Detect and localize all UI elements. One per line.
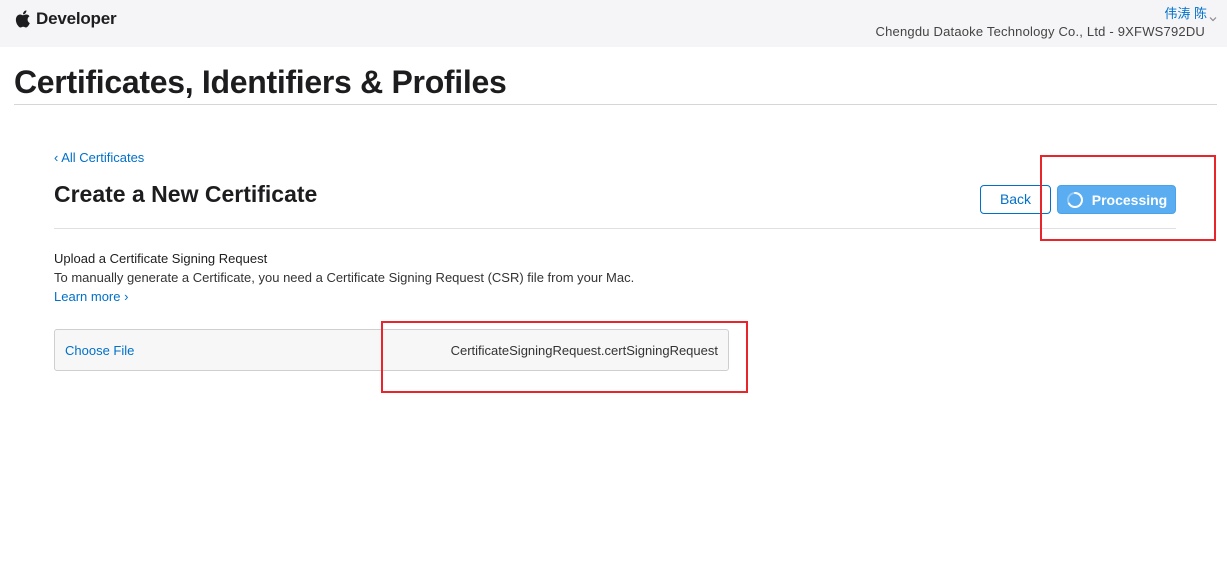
chevron-down-icon: [1209, 10, 1217, 21]
team-name: Chengdu Dataoke Technology Co., Ltd - 9X…: [875, 24, 1205, 39]
upload-description: To manually generate a Certificate, you …: [54, 270, 635, 285]
user-menu[interactable]: 伟涛 陈: [1164, 3, 1217, 22]
highlight-file-name: [381, 321, 748, 393]
section-divider: [54, 228, 1176, 229]
learn-more-link[interactable]: Learn more ›: [54, 289, 128, 304]
section-title: Create a New Certificate: [54, 181, 318, 207]
upload-heading: Upload a Certificate Signing Request: [54, 251, 268, 266]
brand-label: Developer: [36, 9, 117, 28]
developer-brand[interactable]: Developer: [14, 9, 117, 29]
choose-file-button[interactable]: Choose File: [65, 343, 134, 358]
all-certificates-link[interactable]: ‹ All Certificates: [54, 150, 144, 165]
page-title: Certificates, Identifiers & Profiles: [14, 64, 507, 100]
top-bar: Developer 伟涛 陈 Chengdu Dataoke Technolog…: [0, 0, 1227, 47]
apple-icon: [14, 9, 32, 29]
highlight-processing: [1040, 155, 1216, 241]
user-name: 伟涛 陈: [1164, 6, 1207, 21]
title-divider: [14, 104, 1217, 105]
